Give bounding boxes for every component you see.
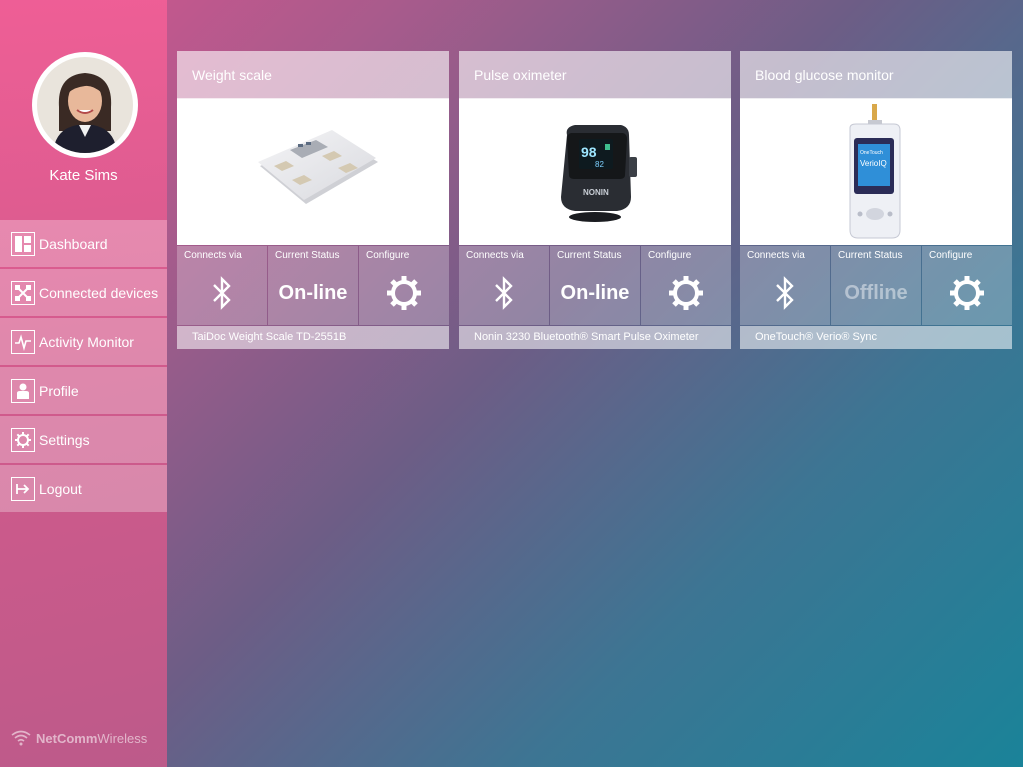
current-status-label: Current Status xyxy=(275,250,340,261)
wifi-logo-icon xyxy=(11,730,31,746)
device-image: 98 82 NONIN xyxy=(459,99,731,245)
device-model: TaiDoc Weight Scale TD-2551B xyxy=(177,326,449,349)
pulse-readout: 82 xyxy=(595,160,604,169)
weight-scale-image xyxy=(258,130,378,204)
logout-icon xyxy=(11,476,35,501)
bluetooth-icon xyxy=(213,276,231,310)
device-stats: Connects via Current Status Offline Conf… xyxy=(740,246,1012,325)
gear-icon xyxy=(387,276,421,310)
brand-name-bold: NetComm xyxy=(36,730,98,746)
sidebar: Kate Sims Dashboard Connected devices Ac… xyxy=(0,0,167,767)
gear-icon xyxy=(669,276,703,310)
device-stats: Connects via Current Status On-line Conf… xyxy=(459,246,731,325)
nav-item-label: Logout xyxy=(39,480,82,497)
user-name: Kate Sims xyxy=(49,167,118,184)
nav-item-logout[interactable]: Logout xyxy=(0,465,167,512)
nav-item-profile[interactable]: Profile xyxy=(0,367,167,414)
status-value: On-line xyxy=(560,281,630,304)
gear-icon xyxy=(950,276,984,310)
device-card-blood-glucose-monitor: Blood glucose monitor OneTouch VerioIQ C… xyxy=(740,51,1012,349)
pulse-oximeter-image: 98 82 NONIN xyxy=(561,125,637,222)
configure-label: Configure xyxy=(929,250,973,261)
nav-item-label: Settings xyxy=(39,431,90,448)
nav-item-activity-monitor[interactable]: Activity Monitor xyxy=(0,318,167,365)
avatar[interactable] xyxy=(32,52,138,158)
spo2-readout: 98 xyxy=(581,144,597,160)
device-image xyxy=(177,99,449,245)
configure-button[interactable]: Configure xyxy=(359,246,449,325)
device-card-pulse-oximeter: Pulse oximeter 98 82 NONIN Connects via … xyxy=(459,51,731,349)
configure-button[interactable]: Configure xyxy=(922,246,1012,325)
glucose-monitor-image: OneTouch VerioIQ xyxy=(849,104,901,239)
device-model: Nonin 3230 Bluetooth® Smart Pulse Oximet… xyxy=(459,326,731,349)
status-value: On-line xyxy=(278,281,348,304)
dashboard-icon xyxy=(11,231,35,256)
status-value: Offline xyxy=(844,281,908,304)
device-card-weight-scale: Weight scale Connects via Current Status… xyxy=(177,51,449,349)
current-status-label: Current Status xyxy=(557,250,622,261)
oximeter-brand-mark: NONIN xyxy=(583,188,609,197)
nav-item-dashboard[interactable]: Dashboard xyxy=(0,220,167,267)
configure-label: Configure xyxy=(366,250,410,261)
sidebar-nav: Dashboard Connected devices Activity Mon… xyxy=(0,220,167,514)
current-status-panel: Current Status On-line xyxy=(550,246,640,325)
brand-logo: NetComm Wireless xyxy=(10,729,147,747)
connects-via-label: Connects via xyxy=(184,250,242,261)
card-title: Blood glucose monitor xyxy=(740,51,1012,99)
glucose-screen-brand: OneTouch xyxy=(860,150,883,156)
device-stats: Connects via Current Status On-line Conf… xyxy=(177,246,449,325)
connects-via-label: Connects via xyxy=(466,250,524,261)
connects-via-panel: Connects via xyxy=(177,246,267,325)
settings-icon xyxy=(11,427,35,452)
card-title: Pulse oximeter xyxy=(459,51,731,99)
activity-monitor-icon xyxy=(11,329,35,354)
profile-icon xyxy=(11,378,35,403)
current-status-label: Current Status xyxy=(838,250,903,261)
current-status-panel: Current Status Offline xyxy=(831,246,921,325)
connects-via-panel: Connects via xyxy=(459,246,549,325)
nav-item-connected-devices[interactable]: Connected devices xyxy=(0,269,167,316)
card-title: Weight scale xyxy=(177,51,449,99)
nav-item-label: Connected devices xyxy=(39,284,159,301)
nav-item-label: Dashboard xyxy=(39,235,108,252)
configure-label: Configure xyxy=(648,250,692,261)
device-image: OneTouch VerioIQ xyxy=(740,99,1012,245)
nav-item-label: Profile xyxy=(39,382,79,399)
connects-via-label: Connects via xyxy=(747,250,805,261)
bluetooth-icon xyxy=(495,276,513,310)
connected-devices-icon xyxy=(11,280,35,305)
configure-button[interactable]: Configure xyxy=(641,246,731,325)
current-status-panel: Current Status On-line xyxy=(268,246,358,325)
bluetooth-icon xyxy=(776,276,794,310)
nav-item-label: Activity Monitor xyxy=(39,333,134,350)
nav-item-settings[interactable]: Settings xyxy=(0,416,167,463)
device-model: OneTouch® Verio® Sync xyxy=(740,326,1012,349)
brand-name-light: Wireless xyxy=(97,730,148,746)
connects-via-panel: Connects via xyxy=(740,246,830,325)
glucose-screen-model: VerioIQ xyxy=(860,159,887,168)
user-photo xyxy=(37,57,133,153)
